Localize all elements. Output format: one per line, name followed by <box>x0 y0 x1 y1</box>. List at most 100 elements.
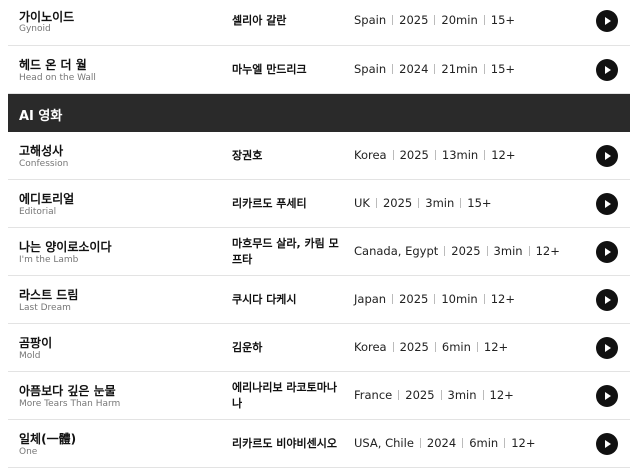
film-title-en: One <box>19 447 38 457</box>
film-year: 2024 <box>399 62 429 76</box>
play-icon[interactable] <box>596 337 618 359</box>
meta-divider <box>392 294 394 304</box>
meta-divider <box>434 150 436 160</box>
film-title-en: I'm the Lamb <box>19 255 79 265</box>
play-icon[interactable] <box>596 385 618 407</box>
film-title-en: Mold <box>19 351 41 361</box>
film-country: UK <box>354 196 370 210</box>
film-country: Korea <box>354 148 387 162</box>
film-runtime: 6min <box>441 340 471 354</box>
film-runtime: 3min <box>425 196 455 210</box>
film-director: 리카르도 비야비센시오 <box>232 437 338 450</box>
film-country: USA, Chile <box>354 436 414 450</box>
film-title-ko: 나는 양이로소이다 <box>19 240 112 254</box>
film-row: 아픔보다 깊은 눈물 More Tears Than Harm 에리나리보 라코… <box>8 372 630 420</box>
film-runtime: 21min <box>441 62 478 76</box>
meta-divider <box>484 150 486 160</box>
meta-divider <box>392 342 394 352</box>
film-rating: 15+ <box>467 196 492 210</box>
meta-divider <box>482 390 484 400</box>
film-year: 2025 <box>399 340 429 354</box>
film-meta: France 2025 3min 12+ <box>354 388 514 402</box>
film-rating: 12+ <box>491 148 516 162</box>
film-director: 쿠시다 다케시 <box>232 293 297 306</box>
film-director: 셀리아 갈란 <box>232 14 287 27</box>
film-year: 2025 <box>451 244 481 258</box>
film-year: 2025 <box>382 196 413 210</box>
film-title-ko: 일체(一體) <box>19 432 77 446</box>
film-title-ko: 에디토리얼 <box>19 192 75 206</box>
section-title: AI 영화 <box>19 109 63 124</box>
film-row: 일체(一體) One 리카르도 비야비센시오 USA, Chile 2024 6mi… <box>8 420 630 468</box>
meta-divider <box>419 438 421 448</box>
meta-divider <box>375 198 377 208</box>
meta-divider <box>483 15 485 25</box>
film-row: 에디토리얼 Editorial 리카르도 푸세티 UK 2025 3min 15+ <box>8 180 630 228</box>
film-row: 가이노이드 Gynoid 셀리아 갈란 Spain 2025 20min 15+ <box>8 0 630 46</box>
film-rating: 12+ <box>489 388 514 402</box>
meta-divider <box>486 246 488 256</box>
film-director: 김운하 <box>232 341 263 354</box>
film-title-ko: 아픔보다 깊은 눈물 <box>19 384 116 398</box>
play-icon[interactable] <box>596 59 618 81</box>
film-meta: Japan 2025 10min 12+ <box>354 292 515 306</box>
film-year: 2025 <box>405 388 435 402</box>
film-year: 2025 <box>399 292 429 306</box>
film-runtime: 3min <box>493 244 523 258</box>
film-title-ko: 곰팡이 <box>19 336 53 350</box>
film-meta: Korea 2025 6min 12+ <box>354 340 508 354</box>
film-director: 마누엘 만드리크 <box>232 63 307 76</box>
film-meta: USA, Chile 2024 6min 12+ <box>354 436 535 450</box>
meta-divider <box>476 342 478 352</box>
meta-divider <box>462 438 464 448</box>
meta-divider <box>392 15 394 25</box>
film-director: 장권호 <box>232 149 263 162</box>
meta-divider <box>418 198 420 208</box>
meta-divider <box>434 15 436 25</box>
film-title-ko: 라스트 드림 <box>19 288 79 302</box>
film-title-en: Editorial <box>19 207 57 217</box>
film-row: 곰팡이 Mold 김운하 Korea 2025 6min 12+ <box>8 324 630 372</box>
film-rating: 15+ <box>490 62 516 76</box>
film-runtime: 3min <box>447 388 477 402</box>
meta-divider <box>392 64 394 74</box>
film-meta: Spain 2025 20min 15+ <box>354 13 515 27</box>
film-rating: 15+ <box>490 13 516 27</box>
film-title-en: Gynoid <box>19 24 51 34</box>
play-icon[interactable] <box>596 145 618 167</box>
film-title-ko: 가이노이드 <box>19 10 75 24</box>
film-title-en: Head on the Wall <box>19 73 96 83</box>
film-title-en: Confession <box>19 159 69 169</box>
film-meta: Canada, Egypt 2025 3min 12+ <box>354 244 560 258</box>
meta-divider <box>483 294 485 304</box>
play-icon[interactable] <box>596 433 618 455</box>
play-icon[interactable] <box>596 289 618 311</box>
film-director: 리카르도 푸세티 <box>232 197 307 210</box>
film-runtime: 13min <box>441 148 479 162</box>
film-title-en: Last Dream <box>19 303 71 313</box>
play-icon[interactable] <box>596 241 618 263</box>
film-runtime: 10min <box>441 292 478 306</box>
film-meta: Korea 2025 13min 12+ <box>354 148 516 162</box>
meta-divider <box>392 150 394 160</box>
meta-divider <box>504 438 506 448</box>
film-rating: 12+ <box>483 340 509 354</box>
film-list: 가이노이드 Gynoid 셀리아 갈란 Spain 2025 20min 15+ 헤드… <box>8 0 630 468</box>
film-meta: UK 2025 3min 15+ <box>354 196 492 210</box>
film-year: 2025 <box>399 13 429 27</box>
play-icon[interactable] <box>596 10 618 32</box>
film-runtime: 20min <box>441 13 478 27</box>
meta-divider <box>483 64 485 74</box>
film-title-ko: 고해성사 <box>19 144 64 158</box>
meta-divider <box>440 390 442 400</box>
film-country: Korea <box>354 340 387 354</box>
film-row: 나는 양이로소이다 I'm the Lamb 마흐무드 살라, 카림 모프타 C… <box>8 228 630 276</box>
section-header: AI 영화 <box>8 94 630 132</box>
play-icon[interactable] <box>596 193 618 215</box>
film-director: 에리나리보 라코토마나나 <box>232 381 338 410</box>
film-row: 고해성사 Confession 장권호 Korea 2025 13min 12+ <box>8 132 630 180</box>
film-title-en: More Tears Than Harm <box>19 399 121 409</box>
meta-divider <box>444 246 446 256</box>
meta-divider <box>398 390 400 400</box>
film-country: Spain <box>354 13 387 27</box>
